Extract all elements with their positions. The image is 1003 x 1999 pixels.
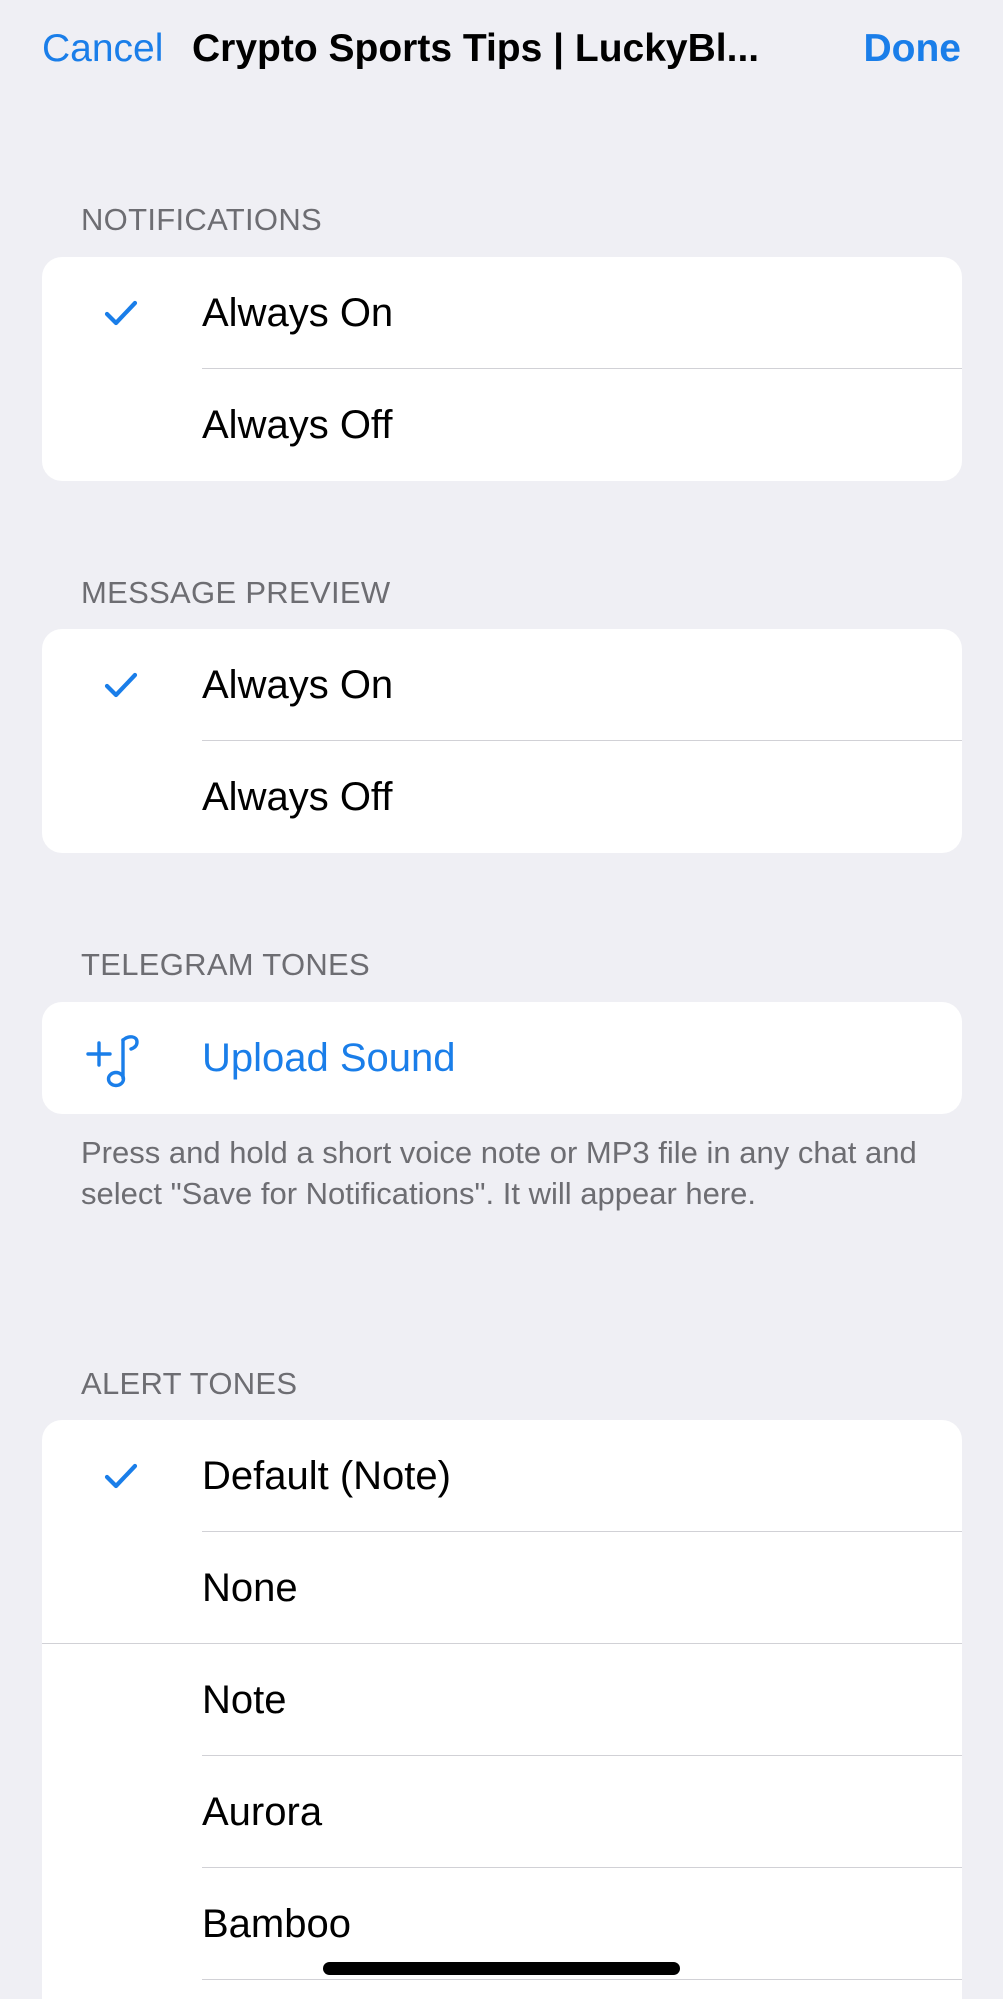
alert-tone-option-note[interactable]: Note [42,1644,962,1756]
alert-tone-option-none[interactable]: None [42,1532,962,1644]
cancel-button[interactable]: Cancel [42,26,163,72]
notifications-option-always-off[interactable]: Always Off [42,369,962,481]
upload-sound-button[interactable]: Upload Sound [42,1002,962,1114]
telegram-tones-group: Upload Sound [42,1002,962,1114]
home-indicator[interactable] [323,1962,680,1975]
message-preview-group: Always On Always Off [42,629,962,853]
section-header-telegram-tones: TELEGRAM TONES [81,947,371,982]
option-label: Always Off [202,403,393,447]
option-label: Default (Note) [202,1454,451,1498]
notifications-group: Always On Always Off [42,257,962,481]
alert-tone-option-aurora[interactable]: Aurora [42,1756,962,1868]
section-header-notifications: NOTIFICATIONS [81,202,322,237]
upload-sound-label: Upload Sound [202,1036,456,1080]
notifications-option-always-on[interactable]: Always On [42,257,962,369]
option-label: Aurora [202,1790,323,1834]
row-separator [202,1979,962,1980]
alert-tone-option-default-note[interactable]: Default (Note) [42,1420,962,1532]
checkmark-icon [104,672,138,698]
checkmark-icon [104,300,138,326]
option-label: Note [202,1678,287,1722]
nav-title: Crypto Sports Tips | LuckyBl... [192,27,760,70]
telegram-tones-footer: Press and hold a short voice note or MP3… [81,1135,917,1211]
music-note-plus-icon [86,1035,139,1088]
notification-settings-screen: Cancel Crypto Sports Tips | LuckyBl... D… [0,0,1003,1999]
option-label: Always On [202,663,394,707]
option-label: Always On [202,291,394,335]
checkmark-icon [104,1463,138,1489]
option-label: Always Off [202,775,393,819]
alert-tones-group: Default (Note) None Note Aurora Bamboo [42,1420,962,1999]
navigation-bar: Cancel Crypto Sports Tips | LuckyBl... D… [0,0,1003,100]
option-label: None [202,1566,298,1610]
message-preview-option-always-on[interactable]: Always On [42,629,962,741]
section-header-alert-tones: ALERT TONES [81,1366,298,1401]
message-preview-option-always-off[interactable]: Always Off [42,741,962,853]
done-button[interactable]: Done [864,26,962,72]
section-header-message-preview: MESSAGE PREVIEW [81,575,391,610]
